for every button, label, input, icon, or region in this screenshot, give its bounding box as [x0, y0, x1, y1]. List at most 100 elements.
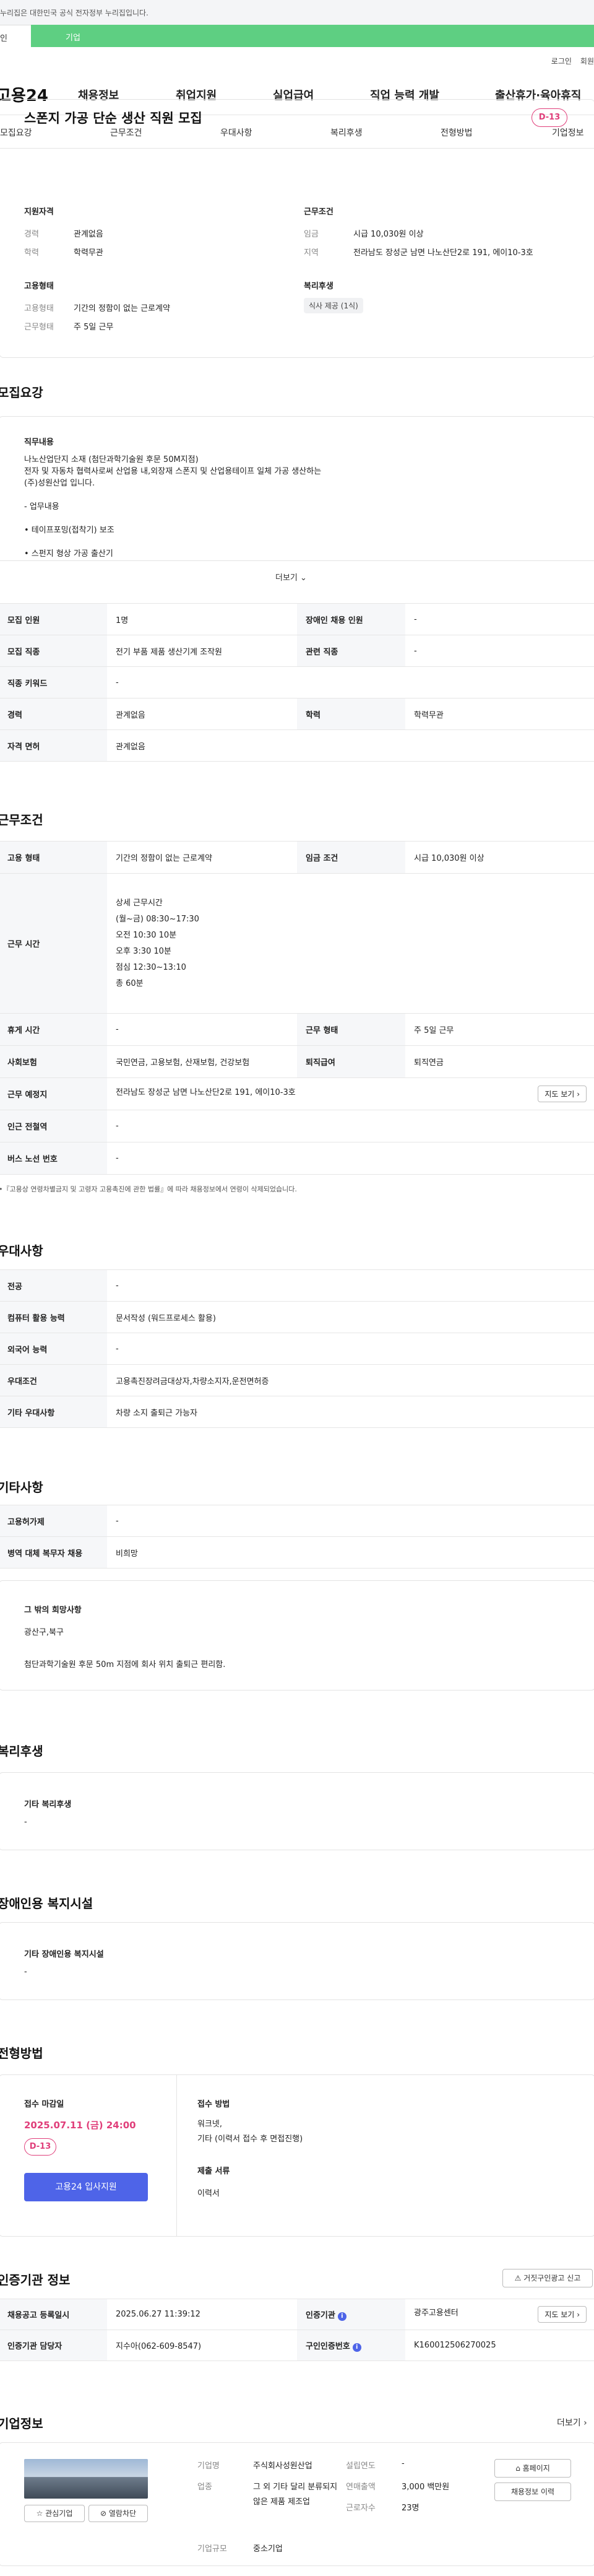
gov-notice-text: 누리집은 대한민국 공식 전자정부 누리집입니다.	[0, 9, 148, 17]
table-header-cell: 임금 조건	[297, 841, 405, 874]
table-cell: 2025.06.27 11:39:12	[107, 2299, 297, 2330]
table-header-cell: 직종 키워드	[0, 666, 107, 698]
table-row: 채용공고 등록일시 2025.06.27 11:39:12 인증기관 i 광주고용…	[0, 2299, 594, 2330]
user-type-tabs: 인 기업	[0, 25, 594, 47]
info-icon[interactable]: i	[337, 2312, 346, 2321]
table-cell: 전기 부품 제품 생산기계 조작원	[107, 635, 297, 667]
job-description-line: (주)성원산업 입니다.	[24, 479, 95, 488]
cert-org-key: 인증기관	[306, 2310, 335, 2320]
work-place-value: 전라남도 장성군 남면 나노산단2로 191, 에이10-3호	[116, 1088, 296, 1097]
more-button[interactable]: 더보기 ⌄	[275, 571, 307, 583]
tab-business[interactable]: 기업	[31, 25, 594, 47]
favorite-company-button[interactable]: ☆ 관심기업	[24, 2505, 85, 2522]
block-view-button[interactable]: ⊘ 열람차단	[88, 2505, 148, 2522]
table-cell: 지수아(062-609-8547)	[107, 2330, 297, 2361]
job-description-line: - 업무내용	[24, 502, 59, 511]
process-section-title: 전형방법	[0, 2046, 43, 2061]
job-summary-card: 스폰지 가공 단순 생산 직원 모집 D-13 지원자격 경력 관계없음 학력 …	[0, 99, 594, 358]
tab-individual[interactable]: 인	[0, 25, 31, 47]
table-row: 자격 면허 관계없음	[0, 729, 594, 762]
table-row: 근무 예정지 전라남도 장성군 남면 나노산단2로 191, 에이10-3호 지…	[0, 1077, 594, 1110]
method-value-1: 워크넷,	[197, 2120, 223, 2129]
table-cell: 관계없음	[107, 729, 594, 762]
qualification-heading: 지원자격	[24, 207, 54, 217]
process-dday-badge: D-13	[24, 2138, 56, 2156]
table-row: 직종 키워드 -	[0, 666, 594, 698]
work-type-key: 근무형태	[24, 323, 54, 332]
table-row: 기타 우대사항 차량 소지 출퇴근 가능자	[0, 1396, 594, 1428]
join-link[interactable]: 회원	[580, 56, 594, 66]
table-header-cell: 전공	[0, 1269, 107, 1302]
established-key: 설립연도	[346, 2461, 376, 2471]
job-history-button[interactable]: 채용정보 이력	[494, 2482, 571, 2501]
company-name-value: 주식회사성원산업	[253, 2461, 312, 2471]
location-key: 지역	[304, 248, 319, 258]
table-cell: 학력무관	[405, 698, 594, 730]
table-cell: -	[107, 1333, 594, 1365]
table-row: 모집 직종 전기 부품 제품 생산기계 조작원 관련 직종 -	[0, 635, 594, 667]
welfare-heading: 복리후생	[304, 282, 334, 291]
table-row: 외국어 능력 -	[0, 1333, 594, 1365]
block-icon: ⊘	[100, 2509, 107, 2518]
work-hours-line: 상세 근무시간	[116, 898, 163, 908]
industry-key: 업종	[197, 2482, 212, 2492]
table-cell: -	[107, 1142, 594, 1175]
other-section-title: 기타사항	[0, 1480, 43, 1495]
apply-button[interactable]: 고용24 입사지원	[24, 2173, 148, 2201]
employment-type-value: 기간의 정함이 없는 근로계약	[74, 304, 170, 313]
work-hours-line: (월~금) 08:30~17:30	[116, 914, 199, 924]
deadline-value: 2025.07.11 (금) 24:00	[24, 2120, 136, 2131]
table-header-cell: 학력	[297, 698, 405, 730]
cert-table: 채용공고 등록일시 2025.06.27 11:39:12 인증기관 i 광주고용…	[0, 2299, 594, 2361]
table-header-cell: 기타 우대사항	[0, 1396, 107, 1428]
sales-value: 3,000 백만원	[402, 2482, 450, 2492]
false-ad-report-button[interactable]: ⚠ 거짓구인광고 신고	[502, 2269, 593, 2287]
gov-notice-bar: 누리집은 대한민국 공식 전자정부 누리집입니다.	[0, 0, 594, 25]
disabled-facility-title: 기타 장애인용 복지시설	[24, 1950, 104, 1959]
siren-icon: ⚠	[514, 2274, 522, 2282]
table-header-cell: 근무 예정지	[0, 1077, 107, 1110]
table-cell: -	[405, 635, 594, 667]
block-view-label: 열람차단	[108, 2509, 137, 2518]
table-cell: 주 5일 근무	[405, 1013, 594, 1046]
disabled-facility-value: -	[24, 1967, 27, 1977]
table-header-cell: 자격 면허	[0, 729, 107, 762]
homepage-button[interactable]: ⌂ 홈페이지	[494, 2459, 571, 2478]
table-row: 우대조건 고용촉진장려금대상자,차량소지자,운전면허증	[0, 1364, 594, 1396]
table-cell: K160012506270025	[405, 2330, 594, 2361]
table-header-cell: 경력	[0, 698, 107, 730]
more-button-label: 더보기	[275, 573, 298, 583]
table-cell: -	[107, 1110, 594, 1142]
favorite-company-label: 관심기업	[45, 2509, 73, 2518]
employment-heading: 고용형태	[24, 282, 54, 291]
other-wishes-line: 광산구,북구	[24, 1628, 64, 1637]
table-header-cell: 외국어 능력	[0, 1333, 107, 1365]
company-name-key: 기업명	[197, 2461, 220, 2471]
table-header-cell: 모집 인원	[0, 603, 107, 635]
conditions-heading: 근무조건	[304, 207, 334, 217]
table-cell: -	[107, 1013, 297, 1046]
wage-value: 시급 10,030원 이상	[353, 230, 424, 239]
table-header-cell: 우대조건	[0, 1364, 107, 1396]
more-button-area: 더보기 ⌄	[0, 560, 594, 595]
table-row: 고용허가제 -	[0, 1505, 594, 1537]
company-more-link[interactable]: 더보기 ›	[557, 2416, 587, 2429]
map-view-button[interactable]: 지도 보기 ›	[538, 1086, 587, 1102]
sales-key: 연매출액	[346, 2482, 376, 2492]
login-link[interactable]: 로그인	[551, 56, 572, 66]
cert-map-button[interactable]: 지도 보기 ›	[538, 2306, 587, 2323]
cert-map-label: 지도 보기	[544, 2310, 575, 2319]
info-icon[interactable]: i	[352, 2343, 361, 2352]
work-hours-line: 오후 3:30 10분	[116, 946, 171, 956]
table-cell: 퇴직연금	[405, 1045, 594, 1078]
table-row: 모집 인원 1명 장애인 채용 인원 -	[0, 603, 594, 635]
prefer-table: 전공 - 컴퓨터 활용 능력 문서작성 (워드프로세스 활용) 외국어 능력 - 우대…	[0, 1269, 594, 1428]
table-cell: 국민연금, 고용보험, 산재보험, 건강보험	[107, 1045, 297, 1078]
work-type-value: 주 5일 근무	[74, 323, 114, 332]
table-header-cell: 버스 노선 번호	[0, 1142, 107, 1175]
job-description-line: 나노산업단지 소재 (첨단과학기술원 후문 50M지점)	[24, 455, 199, 464]
job-description-box: 직무내용 나노산업단지 소재 (첨단과학기술원 후문 50M지점) 전자 및 자…	[0, 416, 594, 595]
home-icon: ⌂	[515, 2464, 520, 2473]
company-size-key: 기업규모	[197, 2544, 227, 2554]
map-view-label: 지도 보기	[544, 1090, 575, 1099]
